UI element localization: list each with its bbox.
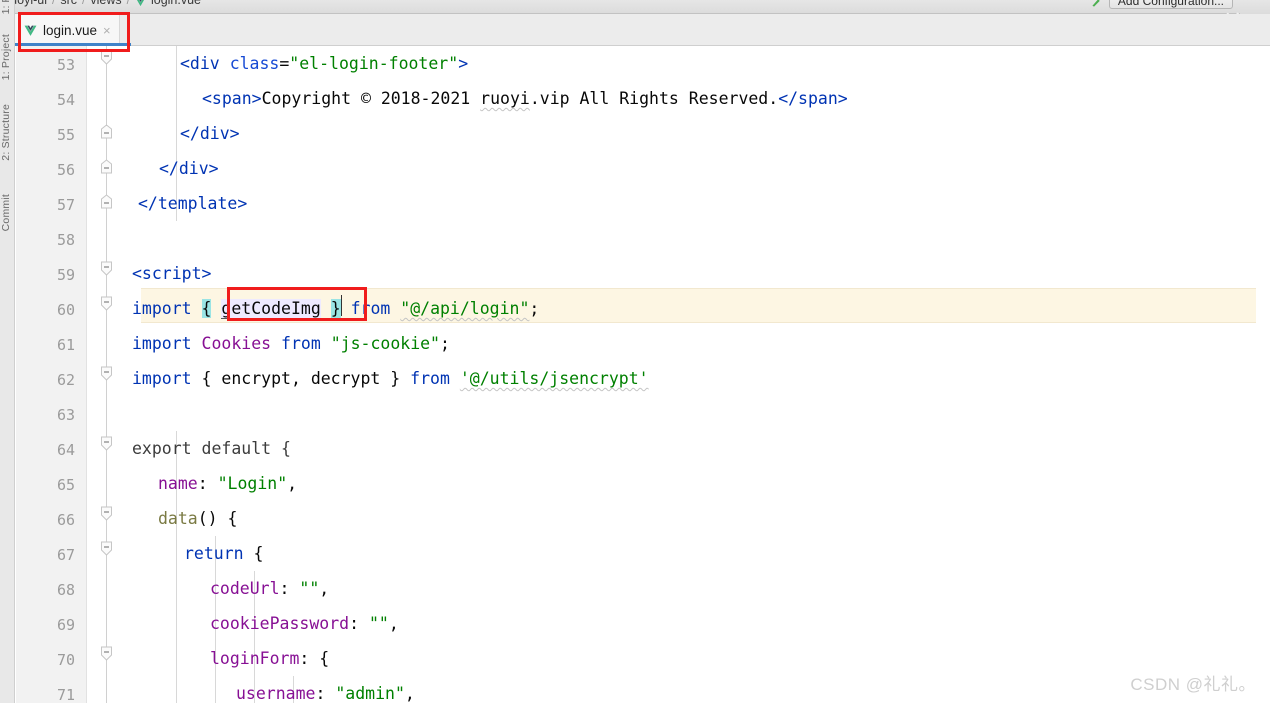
csdn-watermark: CSDN @礼礼。 xyxy=(1130,675,1256,694)
line-number: 53 xyxy=(56,56,75,74)
line-number: 62 xyxy=(56,371,75,389)
breadcrumb-separator: / xyxy=(82,0,86,7)
code-line-71[interactable]: username: "admin", xyxy=(236,676,415,703)
fold-marker-collapse[interactable] xyxy=(100,296,113,311)
breadcrumb-item-views[interactable]: views xyxy=(90,0,121,7)
fold-marker-collapse[interactable] xyxy=(100,50,113,65)
fold-marker-collapse[interactable] xyxy=(100,159,113,174)
breadcrumb-separator: / xyxy=(52,0,56,7)
line-number: 59 xyxy=(56,266,75,284)
code-line-59[interactable]: <script> xyxy=(132,256,211,291)
highlighted-symbol: getCodeImg xyxy=(221,299,321,319)
fold-marker-collapse[interactable] xyxy=(100,261,113,276)
ide-window: ruoyi-ui / src / views / login.vue Add C… xyxy=(0,0,1270,703)
code-line-57[interactable]: </template> xyxy=(138,186,247,221)
fold-marker-collapse[interactable] xyxy=(100,541,113,556)
code-line-65[interactable]: name: "Login", xyxy=(158,466,297,501)
line-number: 60 xyxy=(56,301,75,319)
editor-gutter[interactable]: 53 54 55 56 57 58 59 60 61 62 63 64 65 6… xyxy=(16,46,87,703)
tab-label: login.vue xyxy=(43,22,98,38)
tool-window-stripe-left: 1: Project 2: Structure Commit xyxy=(0,34,15,703)
line-number: 61 xyxy=(56,336,75,354)
breadcrumb-item-src[interactable]: src xyxy=(60,0,77,7)
fold-marker-collapse[interactable] xyxy=(100,506,113,521)
line-number: 56 xyxy=(56,161,75,179)
line-number: 54 xyxy=(56,91,75,109)
code-line-60[interactable]: import { getCodeImg } from "@/api/login"… xyxy=(132,291,539,326)
code-line-62[interactable]: import { encrypt, decrypt } from '@/util… xyxy=(132,361,649,396)
run-toolbar: Add Configuration... xyxy=(1090,0,1252,9)
sidebar-item-project[interactable]: 1: Project xyxy=(0,34,15,80)
code-line-61[interactable]: import Cookies from "js-cookie"; xyxy=(132,326,450,361)
sidebar-item-commit[interactable]: Commit xyxy=(0,194,15,231)
line-number: 63 xyxy=(56,406,75,424)
fold-marker-collapse[interactable] xyxy=(100,124,113,139)
code-line-55[interactable]: </div> xyxy=(180,116,240,151)
sidebar-item-project[interactable]: 1: Project xyxy=(0,0,14,14)
line-number: 70 xyxy=(56,651,75,669)
line-number: 55 xyxy=(56,126,75,144)
vue-icon xyxy=(24,24,37,36)
line-number: 66 xyxy=(56,511,75,529)
run-configuration-icon xyxy=(1090,0,1103,9)
text-cursor xyxy=(341,295,342,316)
code-editor[interactable]: 53 54 55 56 57 58 59 60 61 62 63 64 65 6… xyxy=(16,46,1270,703)
fold-marker-collapse[interactable] xyxy=(100,366,113,381)
code-line-67[interactable]: return { xyxy=(184,536,263,571)
editor-tab-bar: login.vue × xyxy=(0,14,1270,46)
code-line-54[interactable]: <span>Copyright © 2018-2021 ruoyi.vip Al… xyxy=(202,81,848,116)
code-line-70[interactable]: loginForm: { xyxy=(210,641,329,676)
fold-marker-collapse[interactable] xyxy=(100,646,113,661)
code-line-68[interactable]: codeUrl: "", xyxy=(210,571,329,606)
close-icon[interactable]: × xyxy=(103,24,111,37)
line-number: 64 xyxy=(56,441,75,459)
line-number: 57 xyxy=(56,196,75,214)
navigation-bar: ruoyi-ui / src / views / login.vue Add C… xyxy=(0,0,1270,14)
add-configuration-button[interactable]: Add Configuration... xyxy=(1108,0,1233,9)
editor-scrollbar[interactable] xyxy=(1256,46,1270,703)
breadcrumb-separator: / xyxy=(126,0,130,7)
line-number: 69 xyxy=(56,616,75,634)
line-number: 67 xyxy=(56,546,75,564)
code-line-69[interactable]: cookiePassword: "", xyxy=(210,606,399,641)
line-number: 58 xyxy=(56,231,75,249)
sidebar-item-structure[interactable]: 2: Structure xyxy=(0,104,15,161)
code-line-56[interactable]: </div> xyxy=(159,151,219,186)
code-line-53[interactable]: <div class="el-login-footer"> xyxy=(180,46,468,81)
code-line-64[interactable]: export default { xyxy=(132,431,291,466)
code-line-66[interactable]: data() { xyxy=(158,501,238,536)
breadcrumb[interactable]: ruoyi-ui / src / views / login.vue xyxy=(6,0,201,7)
line-number: 68 xyxy=(56,581,75,599)
line-number: 65 xyxy=(56,476,75,494)
fold-marker-collapse[interactable] xyxy=(100,194,113,209)
tab-login-vue[interactable]: login.vue × xyxy=(14,14,120,46)
breadcrumb-item-file[interactable]: login.vue xyxy=(151,0,201,7)
vue-icon xyxy=(135,0,146,7)
fold-marker-collapse[interactable] xyxy=(100,436,113,451)
line-number: 71 xyxy=(56,686,75,703)
